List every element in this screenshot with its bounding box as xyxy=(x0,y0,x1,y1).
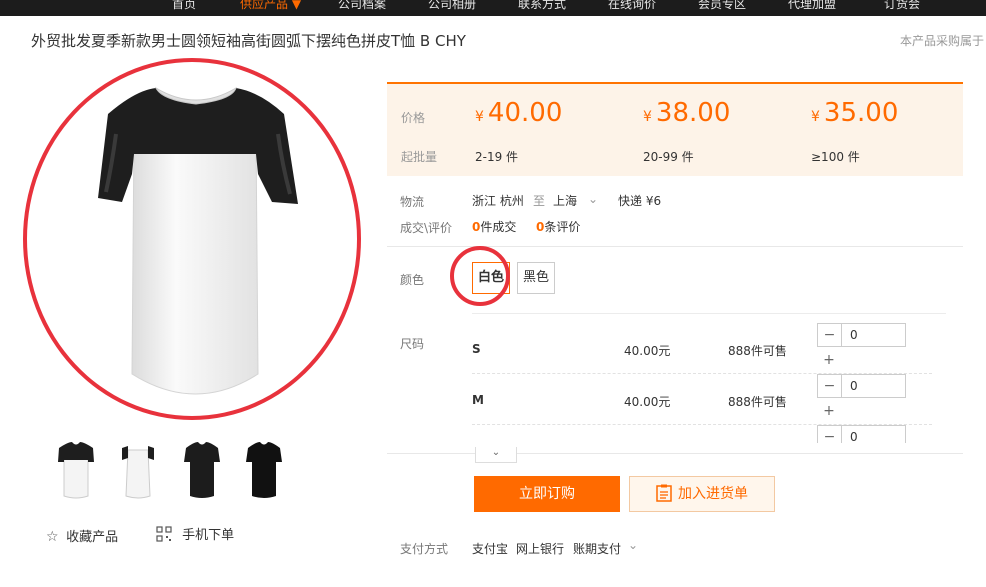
currency-symbol: ¥ xyxy=(643,109,652,125)
size-price: 40.00元 xyxy=(624,344,671,358)
currency-symbol: ¥ xyxy=(811,109,820,125)
nav-order-fair[interactable]: 订货会 xyxy=(884,0,920,13)
payment-label: 支付方式 xyxy=(400,542,449,556)
nav-agency[interactable]: 代理加盟 xyxy=(788,0,836,13)
qr-code-icon xyxy=(156,526,172,542)
size-stock: 888件可售 xyxy=(728,344,787,358)
ship-to-select[interactable]: 上海 xyxy=(553,192,577,209)
thumbnail-1[interactable] xyxy=(56,440,96,500)
minus-icon[interactable]: − xyxy=(818,375,842,397)
review-stat[interactable]: 0条评价 xyxy=(536,218,580,235)
add-to-cart-button[interactable]: 加入进货单 xyxy=(629,476,775,512)
favorite-button[interactable]: ☆ 收藏产品 xyxy=(46,528,118,546)
ship-to-word: 至 xyxy=(533,194,546,208)
nav-member[interactable]: 会员专区 xyxy=(698,0,746,13)
size-name: S xyxy=(472,342,481,356)
divider xyxy=(472,313,946,314)
annotation-ellipse xyxy=(23,58,361,420)
favorite-label: 收藏产品 xyxy=(66,530,119,545)
nav-contact[interactable]: 联系方式 xyxy=(518,0,566,13)
deals-label: 成交\评价 xyxy=(400,221,453,235)
quantity-input[interactable]: 0 xyxy=(850,324,858,346)
mobile-order-label: 手机下单 xyxy=(182,528,235,543)
deal-text: 件成交 xyxy=(480,220,517,234)
thumbnail-2[interactable] xyxy=(118,440,158,500)
chevron-down-icon[interactable]: ⌄ xyxy=(628,538,638,552)
size-price: 40.00元 xyxy=(624,395,671,409)
payment-credit-term[interactable]: 账期支付 xyxy=(573,540,621,557)
quantity-stepper-next: − 0 xyxy=(817,425,906,443)
quantity-input[interactable]: 0 xyxy=(850,426,858,443)
price-tier-1: ¥40.00 2-19 件 xyxy=(475,98,563,164)
nav-home[interactable]: 首页 xyxy=(172,0,196,13)
chevron-down-icon: ⌄ xyxy=(491,447,501,458)
tier-range: 20-99 件 xyxy=(643,150,694,164)
price-panel: 价格 起批量 ¥40.00 2-19 件 ¥38.00 20-99 件 ¥35.… xyxy=(387,82,963,176)
tier-range: 2-19 件 xyxy=(475,150,519,164)
plus-icon[interactable]: + xyxy=(817,349,841,371)
annotation-circle xyxy=(450,246,510,306)
ship-from: 浙江 杭州 xyxy=(472,194,524,208)
add-to-cart-label: 加入进货单 xyxy=(678,486,748,502)
thumbnail-4[interactable] xyxy=(244,440,284,500)
size-stock: 888件可售 xyxy=(728,395,787,409)
minus-icon[interactable]: − xyxy=(818,426,842,443)
top-nav: 首页 供应产品 ▼ 公司档案 公司相册 联系方式 在线询价 会员专区 代理加盟 … xyxy=(0,0,986,16)
quantity-input[interactable]: 0 xyxy=(850,375,858,397)
quantity-stepper-m: − 0 xyxy=(817,374,906,398)
shipping-fee: 快递 ¥6 xyxy=(618,194,662,208)
deal-stat[interactable]: 0件成交 xyxy=(472,218,516,235)
currency-symbol: ¥ xyxy=(475,109,484,125)
price-tier-2: ¥38.00 20-99 件 xyxy=(643,98,731,164)
mobile-order-button[interactable]: 手机下单 xyxy=(156,526,234,544)
clipboard-icon xyxy=(656,484,672,502)
chevron-down-icon[interactable]: ⌄ xyxy=(588,192,598,206)
price-label: 价格 xyxy=(401,111,426,125)
review-text: 条评价 xyxy=(544,220,581,234)
star-icon: ☆ xyxy=(46,529,59,545)
tier-price: 40.00 xyxy=(487,98,563,128)
nav-company-profile[interactable]: 公司档案 xyxy=(338,0,386,13)
tier-price: 35.00 xyxy=(823,98,899,128)
divider xyxy=(387,453,963,454)
plus-icon[interactable]: + xyxy=(817,400,841,422)
size-label: 尺码 xyxy=(400,337,425,351)
tier-price: 38.00 xyxy=(655,98,731,128)
color-label: 颜色 xyxy=(400,273,425,287)
price-tier-3: ¥35.00 ≥100 件 xyxy=(811,98,899,164)
buy-now-button[interactable]: 立即订购 xyxy=(474,476,620,512)
thumbnail-3[interactable] xyxy=(182,440,222,500)
purchase-note: 本产品采购属于 xyxy=(900,34,985,48)
payment-alipay[interactable]: 支付宝 xyxy=(472,540,508,557)
quantity-stepper-s: − 0 xyxy=(817,323,906,347)
logistics-label: 物流 xyxy=(400,195,425,209)
nav-company-album[interactable]: 公司相册 xyxy=(428,0,476,13)
size-name: M xyxy=(472,393,484,407)
nav-products[interactable]: 供应产品 ▼ xyxy=(240,0,301,13)
payment-online-bank[interactable]: 网上银行 xyxy=(516,540,564,557)
moq-label: 起批量 xyxy=(401,150,438,164)
minus-icon[interactable]: − xyxy=(818,324,842,346)
product-title: 外贸批发夏季新款男士圆领短袖高街圆弧下摆纯色拼皮T恤 B CHY xyxy=(31,32,466,50)
tier-range: ≥100 件 xyxy=(811,150,860,164)
color-option-black[interactable]: 黑色 xyxy=(517,262,556,294)
nav-inquiry[interactable]: 在线询价 xyxy=(608,0,656,13)
expand-sizes-toggle[interactable]: ⌄ xyxy=(475,447,517,463)
